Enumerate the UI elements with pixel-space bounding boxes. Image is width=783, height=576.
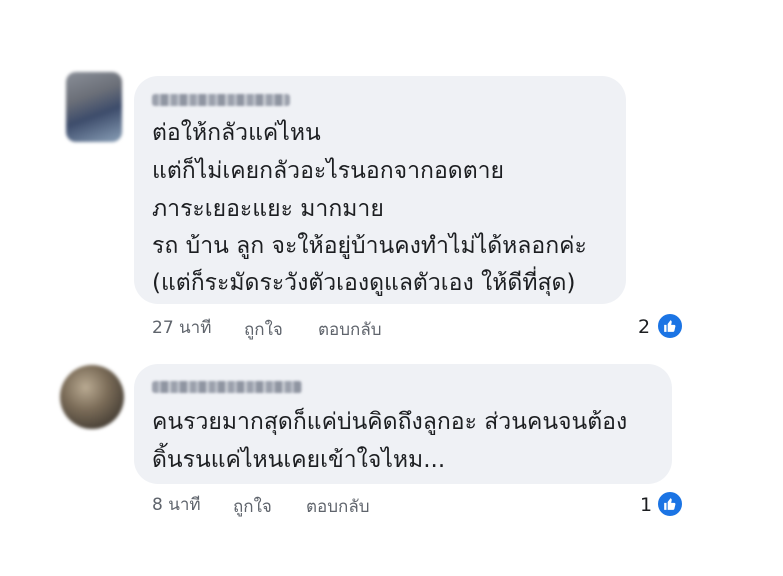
comment-text-line: ต่อให้กลัวแค่ไหน <box>152 120 321 146</box>
avatar[interactable] <box>60 365 124 429</box>
commenter-name-blurred[interactable] <box>152 94 290 106</box>
avatar[interactable] <box>66 72 122 142</box>
comment-timestamp[interactable]: 8 นาที <box>152 494 201 516</box>
commenter-name-blurred[interactable] <box>152 381 302 393</box>
reply-button[interactable]: ตอบกลับ <box>306 496 370 518</box>
comment-text-line: รถ บ้าน ลูก จะให้อยู่บ้านคงทำไม่ได้หลอกค… <box>152 233 587 259</box>
like-thumbs-up-icon[interactable] <box>656 312 684 340</box>
comment-timestamp[interactable]: 27 นาที <box>152 317 211 339</box>
reaction-count[interactable]: 1 <box>640 494 652 516</box>
like-button[interactable]: ถูกใจ <box>244 319 283 341</box>
reply-button[interactable]: ตอบกลับ <box>318 319 382 341</box>
like-button[interactable]: ถูกใจ <box>233 496 272 518</box>
comment-text-line: (แต่ก็ระมัดระวังตัวเองดูแลตัวเอง ให้ดีที… <box>152 270 576 296</box>
comment-text-line: คนรวยมากสุดก็แค่บ่นคิดถึงลูกอะ ส่วนคนจนต… <box>152 409 628 435</box>
like-thumbs-up-icon[interactable] <box>656 490 684 518</box>
comment-text-line: แต่ก็ไม่เคยกลัวอะไรนอกจากอดตาย <box>152 158 505 184</box>
reaction-count[interactable]: 2 <box>638 316 650 338</box>
comment-text-line: ดิ้นรนแค่ไหนเคยเข้าใจไหม... <box>152 447 446 473</box>
comment-text-line: ภาระเยอะแยะ มากมาย <box>152 196 384 222</box>
